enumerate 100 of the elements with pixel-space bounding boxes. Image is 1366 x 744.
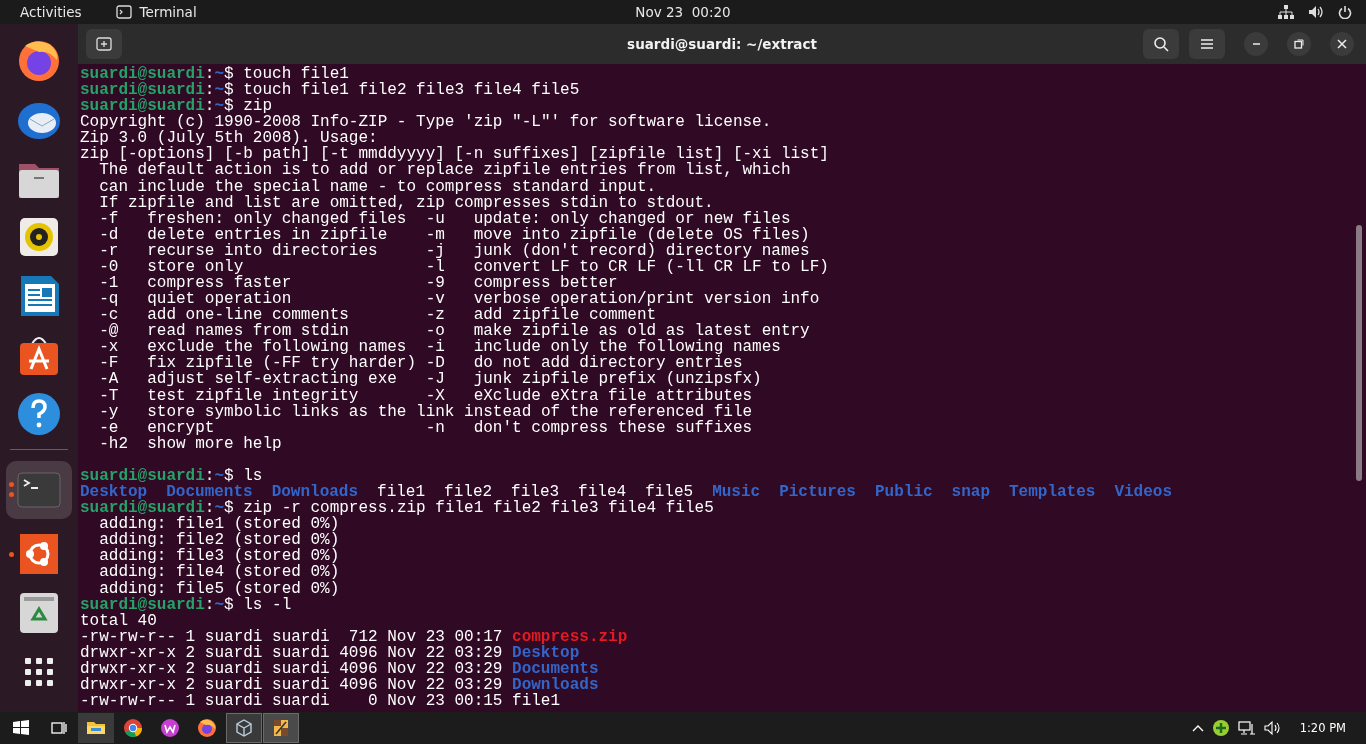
prompt-user: suardi@suardi: [80, 82, 205, 99]
output-line: adding: file1 (stored 0%): [98, 516, 340, 533]
w-circle-icon: [159, 717, 181, 739]
prompt-path: ~: [214, 98, 225, 115]
prompt-separator: :: [204, 98, 215, 115]
directory-name: Music: [712, 484, 761, 501]
directory-name: Desktop: [80, 484, 148, 501]
output-line: -0 store only -l convert LF to CR LF (-ll CR LF to LF): [98, 258, 829, 275]
volume-icon[interactable]: [1263, 720, 1282, 736]
power-icon[interactable]: [1338, 5, 1352, 19]
output-line: -rw-rw-r-- 1 suardi suardi 0 Nov 23 00:15: [80, 693, 503, 710]
clock[interactable]: 1:20 PM: [1299, 721, 1346, 735]
file-name: file2: [444, 484, 493, 501]
four-pane-icon: [12, 719, 30, 737]
prompt-separator: :: [204, 82, 215, 99]
output-line: drwxr-xr-x 2 suardi suardi 4096 Nov 22 03:29: [80, 644, 503, 661]
output-line: adding: file5 (stored 0%): [99, 580, 340, 597]
directory-name: Downloads: [271, 484, 359, 501]
directory-name: Documents: [166, 484, 253, 501]
prompt-path: ~: [214, 66, 225, 83]
command-text: $ zip -r compress.zip file1 file2 file3 file4 file5: [224, 500, 714, 517]
output-line: -f freshen: only changed files -u update: only changed or new files: [98, 210, 791, 227]
command-text: $ touch file1: [224, 66, 349, 83]
close-button[interactable]: [1330, 32, 1354, 56]
terminal-icon: [115, 5, 132, 19]
prompt-user: suardi@suardi: [80, 596, 205, 613]
prompt-user: suardi@suardi: [80, 500, 205, 517]
output-line: total 40: [80, 612, 157, 629]
command-text: $ ls -l: [224, 596, 292, 613]
network-icon[interactable]: [1237, 720, 1256, 736]
cube-icon: [233, 717, 255, 739]
volume-icon[interactable]: [1308, 5, 1324, 19]
output-line: -h2 show more help: [98, 435, 282, 452]
output-line: -1 compress faster -9 compress better: [98, 275, 618, 292]
output-line: -x exclude the following names -i include only the following names: [98, 339, 781, 356]
file-name: file4: [578, 484, 627, 501]
file-name: file3: [511, 484, 560, 501]
command-text: $ zip: [224, 98, 273, 115]
task-view-icon: [50, 719, 68, 737]
minimize-button[interactable]: [1244, 32, 1268, 56]
scrollbar[interactable]: [1356, 225, 1362, 481]
prompt-user: suardi@suardi: [80, 66, 205, 83]
taskbar-app[interactable]: [226, 713, 262, 743]
window-title: suardi@suardi: ~/extract: [627, 36, 817, 52]
output-line: zip [-options] [-b path] [-t mmddyyyy] [-n suffixes] [zipfile list] [-xi list]: [80, 146, 829, 163]
close-icon: [1337, 39, 1347, 49]
output-line: -e encrypt -n don't compress these suffixes: [98, 419, 753, 436]
output-line: -q quiet operation -v verbose operation/print version info: [98, 291, 820, 308]
output-line: drwxr-xr-x 2 suardi suardi 4096 Nov 22 03:29: [80, 676, 503, 694]
taskbar-app[interactable]: [78, 713, 114, 743]
output-line: Zip 3.0 (July 5th 2008). Usage:: [80, 130, 378, 147]
globe-icon: [196, 717, 218, 739]
directory-name: Desktop: [512, 644, 580, 661]
output-line: -F fix zipfile (-FF try harder) -D do not add directory entries: [98, 355, 743, 372]
clock[interactable]: Nov 23 00:20: [635, 4, 731, 20]
plus-circle-icon[interactable]: [1211, 719, 1230, 737]
prompt-path: ~: [214, 467, 225, 485]
new-tab-button[interactable]: [86, 29, 122, 59]
prompt-separator: :: [204, 66, 215, 83]
command-text: $ ls: [224, 467, 263, 485]
activities-button[interactable]: Activities: [20, 4, 82, 20]
output-line: adding: file4 (stored 0%): [98, 564, 340, 581]
prompt-path: ~: [214, 596, 225, 613]
maximize-button[interactable]: [1287, 32, 1311, 56]
prompt-user: suardi@suardi: [80, 98, 205, 115]
output-line: drwxr-xr-x 2 suardi suardi 4096 Nov 22 03:29: [80, 660, 503, 677]
file-name: file5: [645, 484, 694, 501]
output-line: Copyright (c) 1990-2008 Info-ZIP - Type 'zip "-L"' for software license.: [80, 114, 772, 131]
directory-name: Pictures: [779, 484, 856, 501]
output-line: -@ read names from stdin -o make zipfile as old as latest entry: [98, 323, 810, 340]
directory-name: snap: [951, 484, 990, 501]
app-menu[interactable]: Terminal: [139, 4, 197, 20]
output-line: -d delete entries in zipfile -m move into zipfile (delete OS files): [98, 226, 810, 243]
output-line: -T test zipfile integrity -X eXclude eXtra file attributes: [98, 387, 753, 404]
command-text: $ touch file1 file2 file3 file4 file5: [224, 82, 580, 99]
output-line: -rw-rw-r-- 1 suardi suardi 712 Nov 23 00:17: [80, 628, 503, 645]
caret-icon[interactable]: [1191, 723, 1204, 733]
output-line: adding: file2 (stored 0%): [98, 532, 340, 549]
output-line: -r recurse into directories -j junk (don't record) directory names: [98, 242, 810, 259]
minimize-icon: [1252, 43, 1260, 45]
search-icon: [1153, 36, 1169, 52]
prompt-path: ~: [214, 82, 225, 99]
output-line: -y store symbolic links as the link instead of the referenced file: [98, 403, 753, 420]
file-name: file1: [512, 693, 561, 710]
directory-name: Public: [874, 484, 933, 501]
round-browser-icon: [122, 717, 144, 739]
output-line: -c add one-line comments -z add zipfile comment: [98, 307, 657, 324]
output-line: The default action is to add or replace zipfile entries from list, which: [98, 162, 791, 179]
new-tab-icon: [96, 37, 112, 51]
network-icon[interactable]: [1278, 5, 1294, 19]
prompt-user: suardi@suardi: [80, 467, 205, 485]
maximize-icon: [1294, 39, 1304, 49]
file-name: file1: [377, 484, 426, 501]
prompt-path: ~: [214, 500, 225, 517]
menu-button[interactable]: [1189, 29, 1225, 59]
search-button[interactable]: [1143, 29, 1179, 59]
prompt-separator: :: [204, 500, 215, 517]
output-line: If zipfile and list are omitted, zip compresses stdin to stdout.: [98, 194, 714, 211]
output-line: adding: file3 (stored 0%): [98, 548, 340, 565]
menu-icon: [1200, 38, 1214, 50]
